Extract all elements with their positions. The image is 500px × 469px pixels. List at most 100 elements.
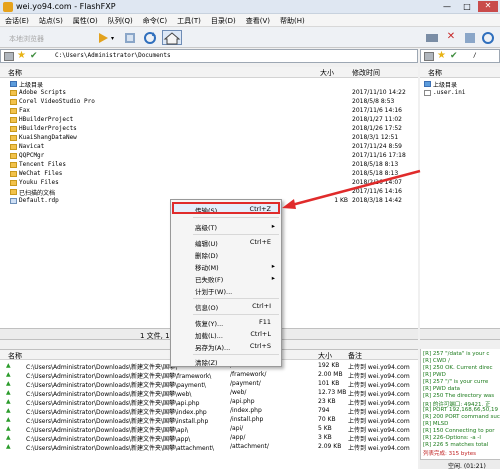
table-row[interactable]: ▲ C:\Users\Administrator\Downloads\新建文件夹\… <box>0 398 418 407</box>
folder-icon <box>10 126 17 132</box>
local-path-input[interactable]: C:\Users\Administrator\Documents <box>55 52 171 59</box>
list-item[interactable]: QQPCMgr 2017/11/16 17:18 <box>0 152 418 161</box>
log-line: 列表完成: 315 bytes <box>423 451 476 457</box>
menu-separator <box>193 314 279 315</box>
maximize-button[interactable]: □ <box>458 2 476 12</box>
list-item[interactable]: 上级目录 <box>420 80 500 89</box>
menu-item-advanced[interactable]: 高级(T) ▸ <box>171 221 281 232</box>
close-button[interactable]: ✕ <box>478 1 498 12</box>
menu-tools[interactable]: 工具(T) <box>172 14 206 26</box>
remote-path-input[interactable]: / <box>473 52 477 59</box>
menu-item-restore[interactable]: 恢复(Y)... F11 <box>171 317 281 328</box>
table-row[interactable]: ▲ C:\Users\Administrator\Downloads\新建文件夹\… <box>0 434 418 443</box>
remote-connect-icon[interactable] <box>424 30 438 45</box>
file-icon <box>10 198 17 204</box>
menu-session[interactable]: 会话(E) <box>0 14 34 26</box>
table-row[interactable]: ▲ C:\Users\Administrator\Downloads\新建文件夹\… <box>0 425 418 434</box>
remote-col-name[interactable]: 名称 <box>428 68 442 78</box>
window-title: wei.yo94.com - FlashFXP <box>16 2 116 11</box>
minimize-button[interactable]: — <box>438 2 456 12</box>
remote-favorites-star-icon[interactable]: ★ <box>437 50 446 61</box>
remote-drive-icon[interactable] <box>424 52 434 61</box>
menu-item-load[interactable]: 加载(L)... Ctrl+L <box>171 329 281 340</box>
remote-column-header: 名称 <box>420 67 500 78</box>
col-size[interactable]: 大小 <box>320 68 334 78</box>
menu-separator <box>193 354 279 355</box>
menu-help[interactable]: 帮助(H) <box>275 14 310 26</box>
queue-col-name[interactable]: 名称 <box>8 351 22 361</box>
menu-queue[interactable]: 队列(Q) <box>103 14 138 26</box>
remote-transfer-icon[interactable] <box>462 30 476 45</box>
list-item[interactable]: Corel VideoStudio Pro 2018/5/8 8:53 <box>0 98 418 107</box>
table-row[interactable]: ▲ C:\Users\Administrator\Downloads\新建文件夹\… <box>0 416 418 425</box>
menu-item-save-as[interactable]: 另存为(A)... Ctrl+S <box>171 341 281 352</box>
play-icon[interactable] <box>96 30 108 45</box>
list-item[interactable]: Adobe Scripts 2017/11/10 14:22 <box>0 89 418 98</box>
annotation-arrow-icon <box>282 169 421 209</box>
menu-view[interactable]: 查看(V) <box>241 14 275 26</box>
folder-icon <box>10 117 17 123</box>
dropdown-arrow-icon[interactable]: ▾ <box>110 30 118 45</box>
upload-arrow-icon: ▲ <box>6 443 11 450</box>
menu-commands[interactable]: 命令(C) <box>138 14 172 26</box>
up-folder-icon <box>10 81 17 87</box>
status-text: 空闲. (01:21) <box>448 463 486 469</box>
remote-path-bar[interactable]: ★ ✔ / <box>420 49 500 63</box>
queue-col-size[interactable]: 大小 <box>318 351 332 361</box>
table-row[interactable]: ▲ C:\Users\Administrator\Downloads\新建文件夹\… <box>0 389 418 398</box>
favorites-star-icon[interactable]: ★ <box>17 50 26 61</box>
highlight-box <box>172 202 280 214</box>
title-bar: wei.yo94.com - FlashFXP — □ ✕ <box>0 0 500 14</box>
local-path-bar[interactable]: ★ ✔ C:\Users\Administrator\Documents <box>0 49 418 63</box>
transfer-icon[interactable] <box>122 30 136 45</box>
home-icon[interactable] <box>162 30 182 45</box>
list-item[interactable]: Fax 2017/11/6 14:16 <box>0 107 418 116</box>
remote-file-list[interactable]: 上级目录 .user.ini <box>420 78 500 328</box>
menu-properties[interactable]: 属性(O) <box>68 14 103 26</box>
queue-col-note[interactable]: 备注 <box>348 351 362 361</box>
upload-arrow-icon: ▲ <box>6 434 11 441</box>
col-modified[interactable]: 修改时间 <box>352 68 380 78</box>
session-log[interactable]: [R] 257 "/data" is your c [R] CWD / [R] … <box>420 349 500 459</box>
list-item[interactable]: HBuilderProject 2018/1/27 11:02 <box>0 116 418 125</box>
menu-site[interactable]: 站点(S) <box>34 14 68 26</box>
remote-refresh-icon[interactable] <box>480 30 494 45</box>
local-column-header: 名称 大小 修改时间 <box>0 67 418 78</box>
menu-directory[interactable]: 目录(D) <box>206 14 241 26</box>
table-row[interactable]: ▲ C:\Users\Administrator\Downloads\新建文件夹\… <box>0 407 418 416</box>
menu-item-edit[interactable]: 编辑(U) Ctrl+E <box>171 237 281 248</box>
list-item[interactable]: KuaiShangDataNew 2018/3/1 12:51 <box>0 134 418 143</box>
upload-arrow-icon: ▲ <box>6 425 11 432</box>
menu-item-delete[interactable]: 删除(D) <box>171 249 281 260</box>
menu-separator <box>193 234 279 235</box>
table-row[interactable]: ▲ C:\Users\Administrator\Downloads\新建文件夹\… <box>0 443 418 452</box>
table-row[interactable]: ▲ C:\Users\Administrator\Downloads\新建文件夹\… <box>0 371 418 380</box>
list-item[interactable]: .user.ini <box>420 89 500 98</box>
remote-bookmark-icon[interactable]: ✔ <box>450 51 458 61</box>
toolbar: 本地浏览器 ▾ ✕ <box>0 27 500 48</box>
list-item[interactable]: 上级目录 <box>0 80 418 89</box>
menu-item-move[interactable]: 移动(M) ▸ <box>171 261 281 272</box>
menu-item-failed[interactable]: 已失败(F) ▸ <box>171 273 281 284</box>
menu-item-clear[interactable]: 清除(Z) <box>171 356 281 367</box>
drive-icon[interactable] <box>4 52 14 61</box>
folder-icon <box>10 171 17 177</box>
up-folder-icon <box>424 81 431 87</box>
bookmark-icon[interactable]: ✔ <box>30 51 38 61</box>
menu-separator <box>193 217 279 218</box>
refresh-icon[interactable] <box>142 30 156 45</box>
transfer-queue[interactable]: 名称 目标 大小 备注 ▲C:\Users\Administrator\Down… <box>0 349 418 469</box>
upload-arrow-icon: ▲ <box>6 398 11 405</box>
app-icon <box>3 2 13 12</box>
status-bar: 空闲. (01:21) <box>420 459 500 469</box>
menu-item-info[interactable]: 信息(O) Ctrl+I <box>171 301 281 312</box>
list-item[interactable]: Navicat 2017/11/24 8:59 <box>0 143 418 152</box>
col-name[interactable]: 名称 <box>8 68 22 78</box>
upload-arrow-icon: ▲ <box>6 416 11 423</box>
disconnect-icon[interactable]: ✕ <box>444 30 458 45</box>
local-browser-button[interactable]: 本地浏览器 <box>8 30 88 45</box>
table-row[interactable]: ▲ C:\Users\Administrator\Downloads\新建文件夹\… <box>0 380 418 389</box>
file-icon <box>424 90 431 96</box>
menu-item-schedule[interactable]: 计划于(W)... <box>171 285 281 296</box>
list-item[interactable]: HBuilderProjects 2018/1/26 17:52 <box>0 125 418 134</box>
